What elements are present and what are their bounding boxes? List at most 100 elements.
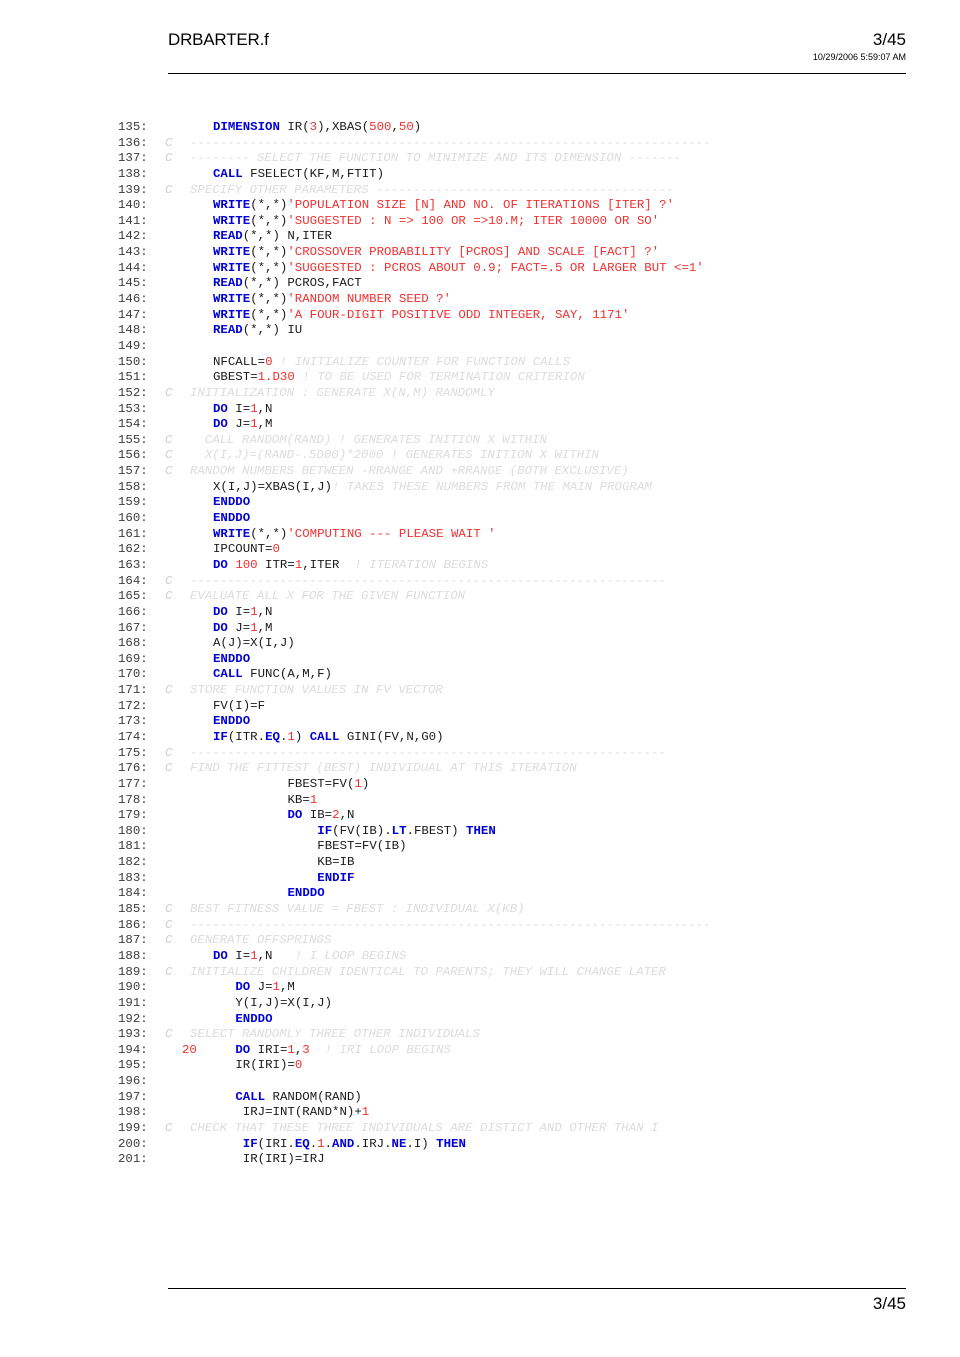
code-token-kw: WRITE: [213, 213, 251, 228]
code-token-plain: IRI=: [250, 1042, 288, 1057]
line-number: 160:: [118, 511, 148, 526]
code-token-plain: I=: [227, 401, 251, 416]
footer-divider: [168, 1288, 906, 1289]
code-text: READ(*,*) N,ITER: [213, 229, 332, 245]
code-line: 173: ENDDO: [0, 714, 960, 730]
code-token-plain: IB=: [302, 808, 333, 823]
line-number: 142:: [118, 229, 148, 244]
line-number: 170:: [118, 667, 148, 682]
code-line: 153: DO I=1,N: [0, 402, 960, 418]
line-number: 197:: [118, 1089, 148, 1104]
code-line: 142: READ(*,*) N,ITER: [0, 229, 960, 245]
line-number: 171:: [118, 683, 148, 698]
code-token-num: 1: [272, 980, 280, 995]
line-number: 181:: [118, 839, 148, 854]
code-line: 176: C FIND THE FITTEST (BEST) INDIVIDUAL …: [0, 761, 960, 777]
line-number: 176:: [118, 761, 148, 776]
code-token-cmt: ! I LOOP BEGINS: [272, 948, 407, 963]
comment-marker: C: [165, 464, 173, 479]
code-token-num: 1: [287, 729, 295, 744]
code-text: A(J)=X(I,J): [213, 636, 295, 652]
code-line: 197: CALL RANDOM(RAND): [0, 1090, 960, 1106]
code-token-plain: ,M: [257, 620, 273, 635]
code-line: 164: C -----------------------------------…: [0, 574, 960, 590]
code-token-plain: (*,*) N,ITER: [242, 229, 332, 244]
line-number: 182:: [118, 855, 148, 870]
code-token-num: 1: [317, 1136, 325, 1151]
code-token-kw: DO: [213, 557, 228, 572]
code-text: DO J=1,M: [213, 621, 273, 637]
code-text: CALL RANDOM(RAND) ! GENERATES INITION X …: [190, 432, 547, 447]
code-token-plain: (*,*): [250, 245, 288, 260]
code-token-kw: IF: [242, 1136, 258, 1151]
code-token-plain: FV(I)=F: [213, 698, 266, 713]
code-token-cmt: ! ITERATION BEGINS: [339, 557, 489, 572]
code-text: Y(I,J)=X(I,J): [235, 996, 332, 1012]
line-number: 152:: [118, 385, 148, 400]
code-token-plain: Y(I,J)=X(I,J): [235, 995, 333, 1010]
code-token-kw: READ: [213, 323, 243, 338]
code-token-num: 1: [287, 1042, 295, 1057]
line-number: 155:: [118, 432, 148, 447]
comment-marker: C: [165, 135, 173, 150]
code-line: 182: KB=IB: [0, 855, 960, 871]
source-code-listing: 135: DIMENSION IR(3),XBAS(500,50) 136: C ---…: [0, 120, 960, 1168]
line-number: 146:: [118, 292, 148, 307]
code-line: 139: C SPECIFY OTHER PARAMETERS ----------…: [0, 183, 960, 199]
line-number: 175:: [118, 745, 148, 760]
code-token-plain: I=: [227, 604, 251, 619]
code-token-kw: EQ: [265, 729, 280, 744]
code-text: SELECT RANDOMLY THREE OTHER INDIVIDUALS: [190, 1027, 480, 1042]
code-token-plain: KB=: [287, 792, 310, 807]
code-text: KB=IB: [317, 855, 354, 871]
line-number: 143:: [118, 245, 148, 260]
code-line: 184: ENDDO: [0, 886, 960, 902]
comment-marker: C: [165, 1027, 173, 1042]
code-token-kw: DIMENSION: [213, 120, 280, 134]
code-line: 150: NFCALL=0 ! INITIALIZE COUNTER FOR FU…: [0, 355, 960, 371]
code-text: WRITE(*,*)'A FOUR-DIGIT POSITIVE ODD INT…: [213, 308, 629, 324]
code-text: GENERATE OFFSPRINGS: [190, 933, 332, 948]
line-number: 162:: [118, 542, 148, 557]
code-token-plain: (*,*) PCROS,FACT: [242, 276, 362, 291]
code-token-plain: (*,*): [250, 307, 288, 322]
line-number: 194:: [118, 1042, 148, 1057]
code-text: ----------------------------------------…: [190, 573, 666, 588]
code-line: 178: KB=1: [0, 793, 960, 809]
code-token-kw: WRITE: [213, 198, 251, 213]
code-line: 166: DO I=1,N: [0, 605, 960, 621]
code-line: 186: C -----------------------------------…: [0, 918, 960, 934]
code-text: X(I,J)=(RAND-.5D00)*2000 ! GENERATES INI…: [190, 448, 599, 463]
code-token-plain: ,ITER: [302, 557, 340, 572]
code-token-num: 1: [250, 401, 258, 416]
comment-marker: C: [165, 933, 173, 948]
code-line: 140: WRITE(*,*)'POPULATION SIZE [N] AND N…: [0, 198, 960, 214]
code-token-kw: CALL: [213, 166, 243, 181]
line-number: 191:: [118, 995, 148, 1010]
code-line: 160: ENDDO: [0, 511, 960, 527]
code-token-kw: ENDIF: [317, 870, 355, 885]
code-token-cmt: ! TO BE USED FOR TERMINATION CRITERION: [294, 370, 585, 385]
code-token-str: 'SUGGESTED : PCROS ABOUT 0.9; FACT=.5 OR…: [287, 260, 704, 275]
comment-marker: C: [165, 182, 173, 197]
code-token-num: 2: [332, 808, 340, 823]
header-page-number: 3/45: [872, 30, 906, 49]
code-token-plain: ): [294, 729, 310, 744]
code-token-kw: WRITE: [213, 307, 251, 322]
comment-marker: C: [165, 683, 173, 698]
code-token-plain: J=: [227, 417, 251, 432]
code-token-str: 'POPULATION SIZE [N] AND NO. OF ITERATIO…: [287, 198, 675, 213]
code-token-plain: ,N: [257, 401, 273, 416]
line-number: 137:: [118, 151, 148, 166]
line-number: 187:: [118, 933, 148, 948]
code-token-plain: .IRJ.: [354, 1136, 392, 1151]
code-token-plain: IR(: [279, 120, 310, 134]
line-number: 149:: [118, 338, 148, 353]
line-number: 193:: [118, 1027, 148, 1042]
code-line: 137: C -------- SELECT THE FUNCTION TO MIN…: [0, 151, 960, 167]
code-line: 157: C RANDOM NUMBERS BETWEEN -RRANGE AND …: [0, 464, 960, 480]
code-line: 192: ENDDO: [0, 1012, 960, 1028]
line-number: 139:: [118, 182, 148, 197]
line-number: 169:: [118, 651, 148, 666]
code-text: DO I=1,N: [213, 605, 273, 621]
